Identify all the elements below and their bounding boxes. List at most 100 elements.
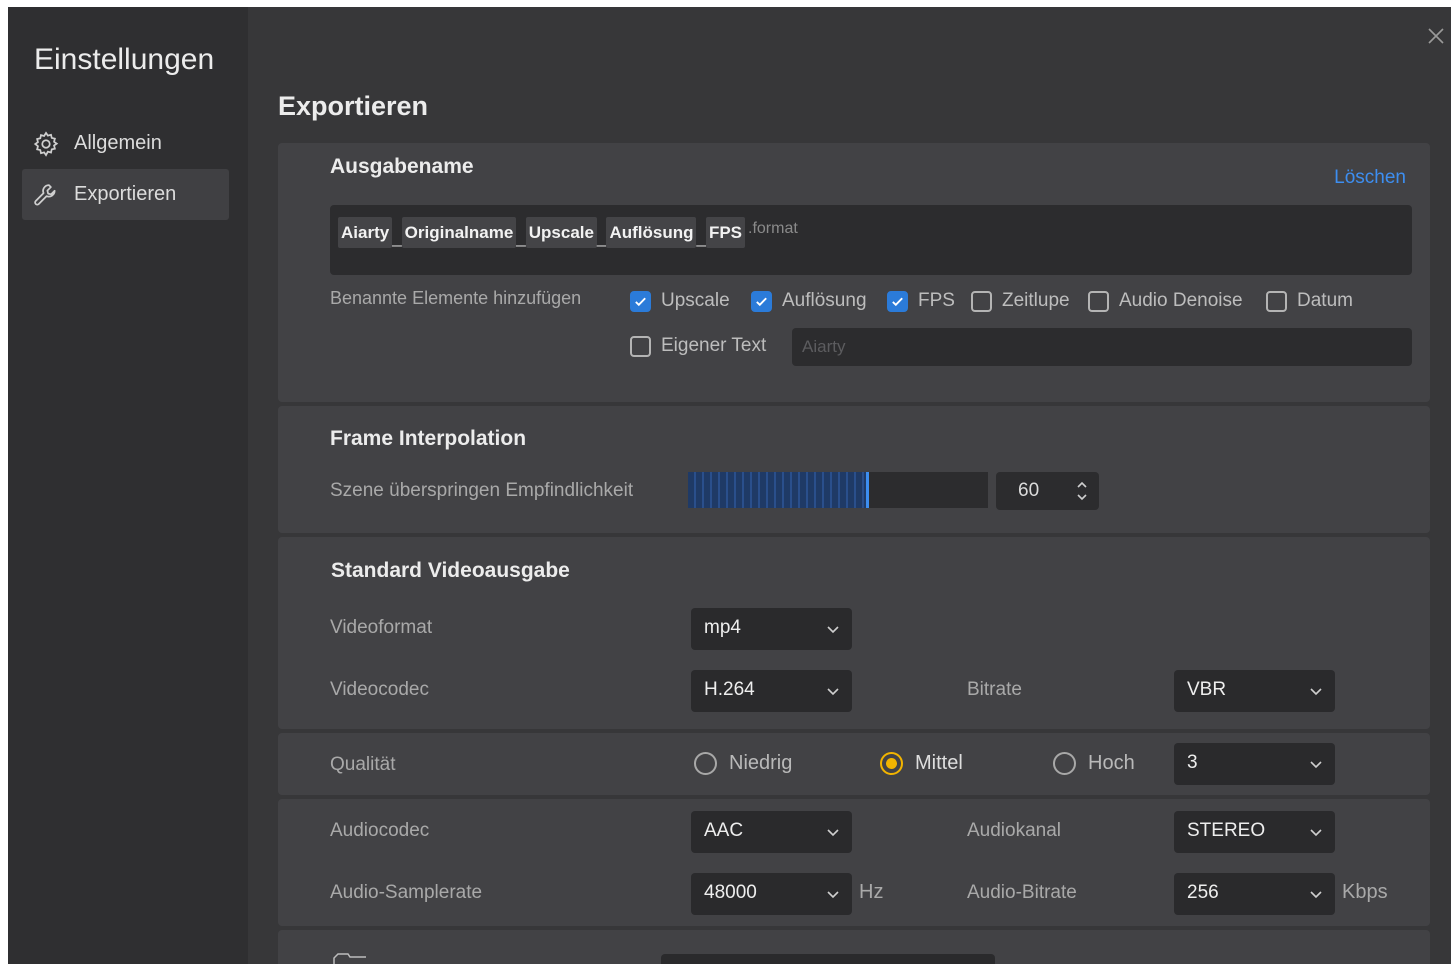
checkbox-label: Datum xyxy=(1297,290,1353,311)
name-chip-originalname[interactable]: Originalname xyxy=(401,217,517,248)
chevron-down-icon xyxy=(827,688,839,696)
videoformat-label: Videoformat xyxy=(330,617,433,638)
checkmark-icon xyxy=(635,297,646,306)
next-card xyxy=(278,930,1430,964)
radio-label: Mittel xyxy=(915,752,963,774)
bitrate-label: Bitrate xyxy=(967,679,1022,700)
sensitivity-spinbox[interactable]: 60 xyxy=(996,472,1099,510)
chevron-down-icon xyxy=(1310,891,1322,899)
name-chip-fps[interactable]: FPS xyxy=(705,217,746,248)
path-field[interactable] xyxy=(661,954,995,964)
name-separator: _ xyxy=(516,228,526,247)
select-value: 48000 xyxy=(704,882,757,903)
bitrate-select[interactable]: VBR xyxy=(1174,670,1335,712)
name-chip-resolution[interactable]: Auflösung xyxy=(606,217,697,248)
checkbox-label: Auflösung xyxy=(782,290,867,311)
output-name-preview: Aiarty _ Originalname _ Upscale _ Auflös… xyxy=(330,205,1412,275)
checkbox-zeitlupe[interactable]: Zeitlupe xyxy=(971,290,1070,312)
select-value: VBR xyxy=(1187,679,1227,700)
radio-circle xyxy=(1053,752,1076,775)
slider-thumb[interactable] xyxy=(866,472,869,508)
output-name-title: Ausgabename xyxy=(330,155,474,178)
checkbox-resolution[interactable]: Auflösung xyxy=(751,290,867,312)
chevron-down-icon xyxy=(1310,761,1322,769)
audiokanal-select[interactable]: STEREO xyxy=(1174,811,1335,853)
audiokanal-label: Audiokanal xyxy=(967,820,1062,841)
checkmark-icon xyxy=(756,297,767,306)
spinbox-value: 60 xyxy=(1018,480,1040,501)
scene-sensitivity-slider[interactable] xyxy=(688,472,988,508)
sidebar-item-allgemein[interactable]: Allgemein xyxy=(22,118,229,169)
spin-arrows-icon[interactable] xyxy=(1075,478,1089,504)
name-separator: _ xyxy=(696,228,706,247)
videoformat-select[interactable]: mp4 xyxy=(691,608,852,650)
sidebar: Einstellungen Allgemein Exportieren xyxy=(8,7,248,964)
slider-fill xyxy=(688,472,868,508)
checkmark-icon xyxy=(892,297,903,306)
add-elements-label: Benannte Elemente hinzufügen xyxy=(330,288,582,308)
videocodec-label: Videocodec xyxy=(330,679,429,700)
settings-window: Einstellungen Allgemein Exportieren Expo… xyxy=(8,7,1451,964)
name-separator: _ xyxy=(596,228,607,247)
quality-value-select[interactable]: 3 xyxy=(1174,743,1335,785)
name-chip-upscale[interactable]: Upscale xyxy=(525,217,597,248)
checkbox-box xyxy=(971,290,992,312)
name-separator: _ xyxy=(392,228,402,247)
audiocodec-label: Audiocodec xyxy=(330,820,430,841)
custom-text-input[interactable] xyxy=(792,328,1412,366)
checkbox-label: Zeitlupe xyxy=(1002,290,1070,311)
frame-interpolation-card: Frame Interpolation Szene überspringen E… xyxy=(278,406,1430,533)
quality-card: Qualität Niedrig Mittel Hoch 3 xyxy=(278,733,1430,795)
format-suffix: .format xyxy=(748,219,798,237)
delete-link[interactable]: Löschen xyxy=(1334,167,1406,189)
audio-bitrate-select[interactable]: 256 xyxy=(1174,873,1335,915)
videocodec-select[interactable]: H.264 xyxy=(691,670,852,712)
close-icon[interactable] xyxy=(1425,25,1447,47)
main-panel: Exportieren Ausgabename Löschen Aiarty _… xyxy=(248,7,1451,964)
checkbox-label: Eigener Text xyxy=(661,335,767,356)
checkbox-box xyxy=(630,335,651,357)
checkbox-fps[interactable]: FPS xyxy=(887,290,955,312)
select-value: 256 xyxy=(1187,882,1219,903)
radio-circle xyxy=(880,752,903,775)
checkbox-label: FPS xyxy=(918,290,955,311)
checkbox-upscale[interactable]: Upscale xyxy=(630,290,730,312)
sidebar-item-exportieren[interactable]: Exportieren xyxy=(22,169,229,220)
quality-radio-mittel[interactable]: Mittel xyxy=(880,752,963,775)
samplerate-unit: Hz xyxy=(859,881,884,903)
checkbox-audio-denoise[interactable]: Audio Denoise xyxy=(1088,290,1243,312)
samplerate-select[interactable]: 48000 xyxy=(691,873,852,915)
chevron-down-icon xyxy=(827,626,839,634)
radio-circle xyxy=(694,752,717,775)
checkbox-label: Audio Denoise xyxy=(1119,290,1243,311)
audio-bitrate-unit: Kbps xyxy=(1342,881,1388,903)
audio-card: Audiocodec AAC Audiokanal STEREO Audio-S… xyxy=(278,799,1430,926)
chevron-down-icon xyxy=(827,829,839,837)
sidebar-item-label: Allgemein xyxy=(74,132,162,154)
name-chip-aiarty[interactable]: Aiarty xyxy=(338,217,393,248)
chevron-down-icon xyxy=(1310,829,1322,837)
chevron-down-icon xyxy=(1310,688,1322,696)
quality-radio-niedrig[interactable]: Niedrig xyxy=(694,752,792,775)
app-title: Einstellungen xyxy=(34,43,215,76)
output-name-card: Ausgabename Löschen Aiarty _ Originalnam… xyxy=(278,143,1430,402)
chevron-down-icon xyxy=(827,891,839,899)
checkbox-box xyxy=(630,290,651,312)
checkbox-custom-text[interactable]: Eigener Text xyxy=(630,335,766,357)
radio-label: Hoch xyxy=(1088,752,1135,774)
scene-skip-label: Szene überspringen Empfindlichkeit xyxy=(330,480,634,501)
checkbox-datum[interactable]: Datum xyxy=(1266,290,1353,312)
select-value: 3 xyxy=(1187,752,1198,773)
wrench-icon xyxy=(34,183,56,205)
video-output-title: Standard Videoausgabe xyxy=(331,559,570,582)
select-value: mp4 xyxy=(704,617,741,638)
audiocodec-select[interactable]: AAC xyxy=(691,811,852,853)
checkbox-box xyxy=(751,290,772,312)
checkbox-label: Upscale xyxy=(661,290,730,311)
checkbox-box xyxy=(887,290,908,312)
checkbox-box xyxy=(1266,290,1287,312)
checkbox-box xyxy=(1088,290,1109,312)
quality-radio-hoch[interactable]: Hoch xyxy=(1053,752,1135,775)
gear-icon xyxy=(33,130,59,157)
samplerate-label: Audio-Samplerate xyxy=(330,882,483,903)
